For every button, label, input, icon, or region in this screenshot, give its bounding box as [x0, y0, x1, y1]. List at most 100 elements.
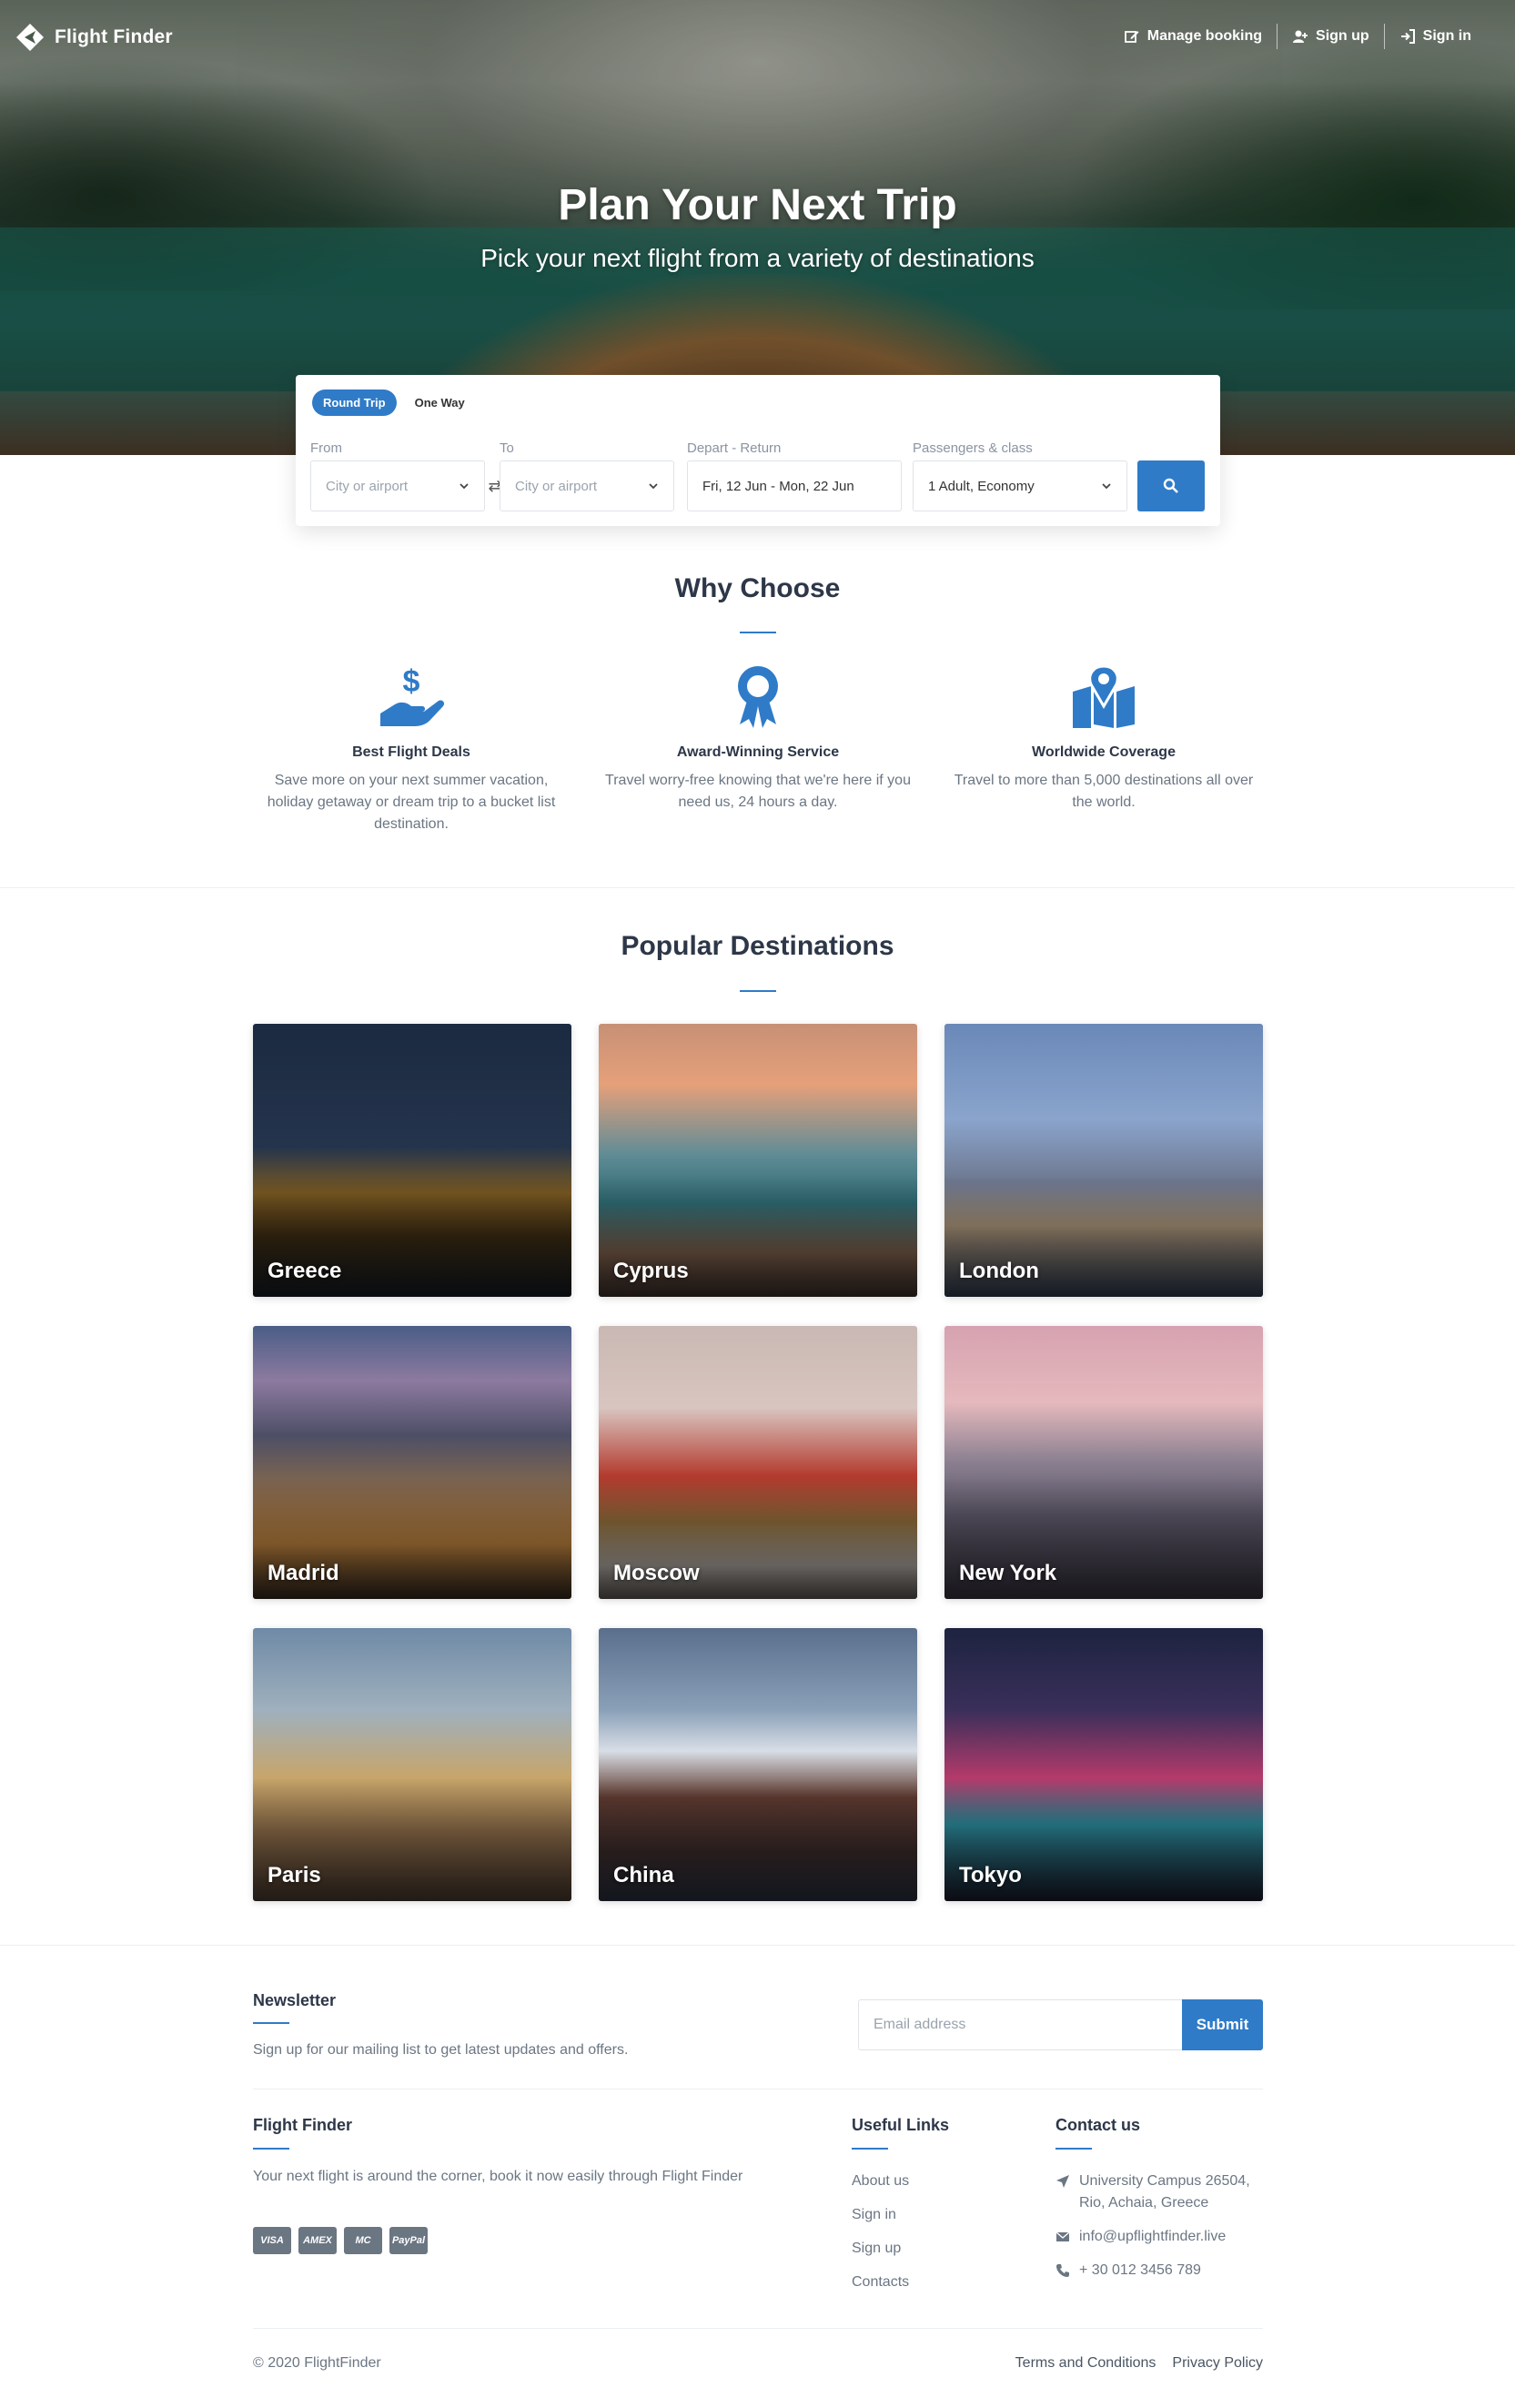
to-placeholder: City or airport [515, 478, 598, 494]
destination-card-cyprus[interactable]: Cyprus [599, 1024, 917, 1297]
feature-award-service: Award-Winning Service Travel worry-free … [603, 664, 913, 814]
feature-best-deals: $ Best Flight Deals Save more on your ne… [257, 664, 566, 835]
feature-title: Award-Winning Service [676, 744, 840, 760]
title-rule [1055, 2148, 1092, 2150]
tab-round-trip[interactable]: Round Trip [312, 390, 397, 416]
useful-links-title: Useful Links [852, 2116, 950, 2134]
title-rule [740, 632, 776, 633]
edit-icon [1124, 31, 1139, 43]
to-select[interactable]: City or airport [500, 460, 674, 511]
newsletter-text: Sign up for our mailing list to get late… [253, 2042, 629, 2058]
destination-name: Cyprus [613, 1259, 689, 1283]
tab-one-way[interactable]: One Way [404, 390, 476, 416]
feature-description: Travel to more than 5,000 destinations a… [954, 773, 1254, 810]
destination-card-london[interactable]: London [944, 1024, 1263, 1297]
destination-card-madrid[interactable]: Madrid [253, 1326, 571, 1599]
top-nav: Manage booking Sign up Sign in [1109, 24, 1486, 49]
destination-card-paris[interactable]: Paris [253, 1628, 571, 1901]
title-rule [253, 2148, 289, 2150]
to-label: To [500, 440, 514, 456]
hero-title: Plan Your Next Trip [558, 181, 957, 229]
visa-card-icon: VISA [253, 2227, 291, 2254]
destination-name: London [959, 1259, 1039, 1283]
title-rule [253, 2022, 289, 2024]
destination-shade [253, 1628, 571, 1901]
phone-icon [1056, 2264, 1069, 2277]
privacy-link[interactable]: Privacy Policy [1172, 2355, 1263, 2372]
from-select[interactable]: City or airport [310, 460, 485, 511]
destination-shade [253, 1326, 571, 1599]
destination-name: Madrid [268, 1561, 339, 1585]
feature-worldwide-coverage: Worldwide Coverage Travel to more than 5… [949, 664, 1258, 814]
paypal-card-icon: PayPal [389, 2227, 428, 2254]
destination-name: New York [959, 1561, 1057, 1585]
newsletter-submit-button[interactable]: Submit [1182, 1999, 1263, 2050]
envelope-icon [1055, 2231, 1070, 2241]
chevron-down-icon [649, 483, 658, 490]
legal-links: Terms and Conditions Privacy Policy [1015, 2355, 1263, 2372]
location-arrow-icon [1056, 2175, 1069, 2188]
contact-phone-row: + 30 012 3456 789 [1055, 2260, 1274, 2282]
contact-address-row: University Campus 26504, Rio, Achaia, Gr… [1055, 2170, 1274, 2214]
date-range-value: Fri, 12 Jun - Mon, 22 Jun [702, 478, 854, 494]
contact-phone[interactable]: + 30 012 3456 789 [1079, 2260, 1201, 2282]
manage-booking-link[interactable]: Manage booking [1109, 28, 1277, 45]
payment-methods: VISA AMEX MC PayPal [253, 2227, 428, 2254]
feature-title: Worldwide Coverage [1032, 744, 1176, 760]
mastercard-card-icon: MC [344, 2227, 382, 2254]
destination-card-greece[interactable]: Greece [253, 1024, 571, 1297]
destination-shade [944, 1024, 1263, 1297]
destination-card-new-york[interactable]: New York [944, 1326, 1263, 1599]
destination-name: Paris [268, 1863, 321, 1887]
sign-in-link[interactable]: Sign in [1385, 28, 1486, 45]
footer-link-contacts[interactable]: Contacts [852, 2271, 909, 2305]
title-rule [852, 2148, 888, 2150]
contact-email-row: info@upflightfinder.live [1055, 2226, 1274, 2248]
brand-name: Flight Finder [55, 26, 173, 47]
section-divider [0, 887, 1515, 888]
footer-about-text: Your next flight is around the corner, b… [253, 2169, 743, 2184]
contact-address: University Campus 26504, Rio, Achaia, Gr… [1079, 2173, 1250, 2211]
footer-divider [253, 2328, 1263, 2329]
section-divider [0, 1945, 1515, 1946]
destination-name: Greece [268, 1259, 342, 1283]
destination-card-moscow[interactable]: Moscow [599, 1326, 917, 1599]
contact-us-title: Contact us [1055, 2116, 1141, 2134]
destination-card-tokyo[interactable]: Tokyo [944, 1628, 1263, 1901]
email-address-input[interactable] [858, 1999, 1182, 2050]
destination-shade [599, 1326, 917, 1599]
svg-text:$: $ [403, 664, 420, 699]
user-plus-icon [1293, 30, 1308, 43]
title-rule [740, 990, 776, 992]
contact-email[interactable]: info@upflightfinder.live [1079, 2226, 1226, 2248]
destination-card-china[interactable]: China [599, 1628, 917, 1901]
footer-link-sign-in[interactable]: Sign in [852, 2204, 909, 2238]
manage-booking-label: Manage booking [1146, 28, 1263, 44]
footer-about-title: Flight Finder [253, 2116, 352, 2134]
passengers-value: 1 Adult, Economy [928, 478, 1035, 494]
contact-info: University Campus 26504, Rio, Achaia, Gr… [1055, 2170, 1274, 2293]
date-range-input[interactable]: Fri, 12 Jun - Mon, 22 Jun [687, 460, 902, 511]
sign-up-label: Sign up [1316, 28, 1369, 44]
from-placeholder: City or airport [326, 478, 409, 494]
sign-in-label: Sign in [1422, 28, 1471, 44]
destination-shade [944, 1326, 1263, 1599]
passengers-select[interactable]: 1 Adult, Economy [913, 460, 1127, 511]
newsletter-title: Newsletter [253, 1991, 337, 2009]
terms-link[interactable]: Terms and Conditions [1015, 2355, 1156, 2372]
dates-label: Depart - Return [687, 440, 782, 456]
brand[interactable]: Flight Finder [15, 22, 173, 53]
useful-links-list: About us Sign in Sign up Contacts [852, 2170, 909, 2305]
search-button[interactable] [1137, 460, 1205, 511]
flight-search-card: Round Trip One Way From City or airport … [296, 375, 1220, 526]
map-pin-icon [1073, 664, 1135, 728]
sign-up-link[interactable]: Sign up [1278, 28, 1384, 45]
search-icon [1163, 478, 1178, 493]
footer-link-sign-up[interactable]: Sign up [852, 2238, 909, 2271]
destination-shade [944, 1628, 1263, 1901]
passengers-label: Passengers & class [913, 440, 1033, 456]
destination-name: China [613, 1863, 674, 1887]
hero-subtitle: Pick your next flight from a variety of … [480, 244, 1035, 272]
feature-title: Best Flight Deals [352, 744, 470, 760]
footer-link-about-us[interactable]: About us [852, 2170, 909, 2204]
